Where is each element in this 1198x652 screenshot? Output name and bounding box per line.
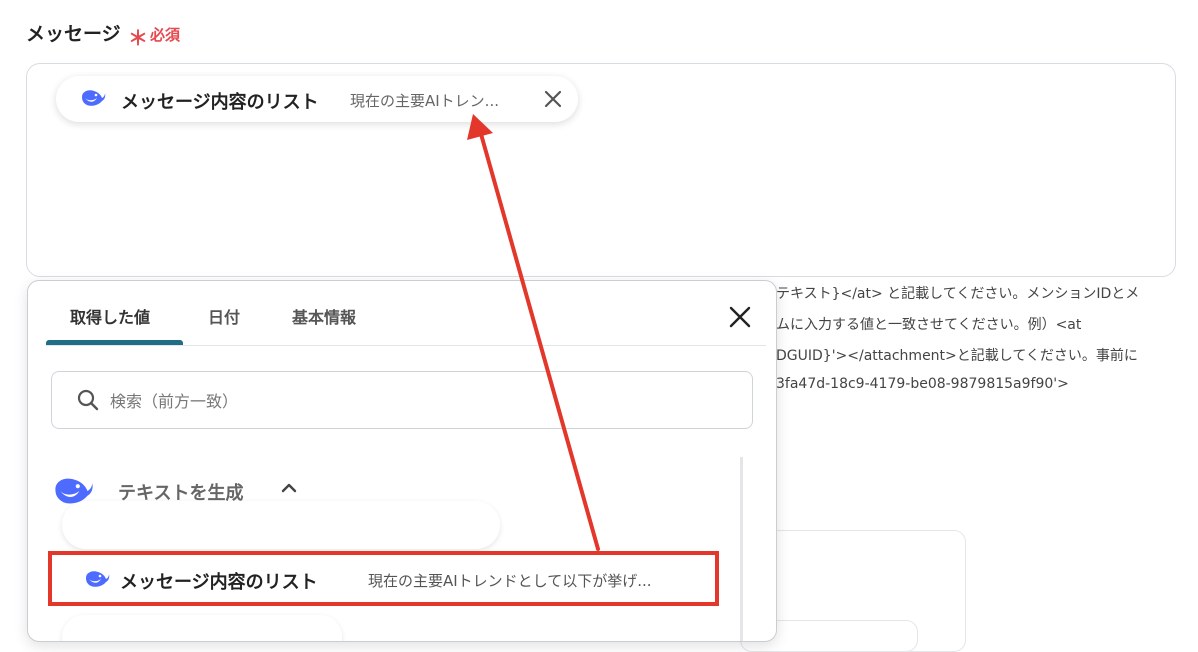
value-picker-dropdown: 取得した値 日付 基本情報 テキストを生成 xyxy=(27,280,777,642)
tab-basic-info[interactable]: 基本情報 xyxy=(292,304,356,328)
variable-chip[interactable]: メッセージ内容のリスト 現在の主要AIトレン... xyxy=(56,76,578,122)
chip-title: メッセージ内容のリスト xyxy=(121,92,319,113)
search-field[interactable] xyxy=(51,371,753,429)
close-icon[interactable] xyxy=(728,305,752,333)
required-star-icon: ＊ xyxy=(128,26,148,50)
list-item-partial[interactable] xyxy=(62,501,500,549)
tab-acquired-values[interactable]: 取得した値 xyxy=(70,304,150,328)
chevron-up-icon[interactable] xyxy=(278,477,300,503)
list-item-partial[interactable] xyxy=(62,615,342,641)
help-line: DGUID}'></attachment>と記載してください。事前に xyxy=(776,348,1138,364)
required-badge: 必須 xyxy=(150,26,181,44)
deepseek-whale-icon xyxy=(84,569,110,593)
list-item-message-list[interactable]: メッセージ内容のリスト 現在の主要AIトレンドとして以下が挙げ... xyxy=(50,553,718,607)
field-label: メッセージ xyxy=(26,23,121,45)
search-icon xyxy=(76,388,100,416)
help-line: 3fa47d-18c9-4179-be08-9879815a9f90'> xyxy=(776,376,1069,392)
close-icon[interactable] xyxy=(543,89,563,113)
help-line: テキスト}</at> と記載してください。メンションIDとメ xyxy=(776,286,1140,302)
active-tab-indicator xyxy=(46,340,183,345)
search-input[interactable] xyxy=(108,386,712,416)
item-preview: 現在の主要AIトレンドとして以下が挙げ... xyxy=(368,572,652,590)
scrollbar[interactable] xyxy=(740,457,743,641)
deepseek-whale-icon xyxy=(80,88,106,112)
item-title: メッセージ内容のリスト xyxy=(120,572,318,593)
chip-preview: 現在の主要AIトレン... xyxy=(350,92,499,110)
tab-date[interactable]: 日付 xyxy=(208,304,240,328)
help-line: ムに入力する値と一致させてください。例）<at xyxy=(776,317,1082,333)
tab-divider xyxy=(46,345,766,346)
